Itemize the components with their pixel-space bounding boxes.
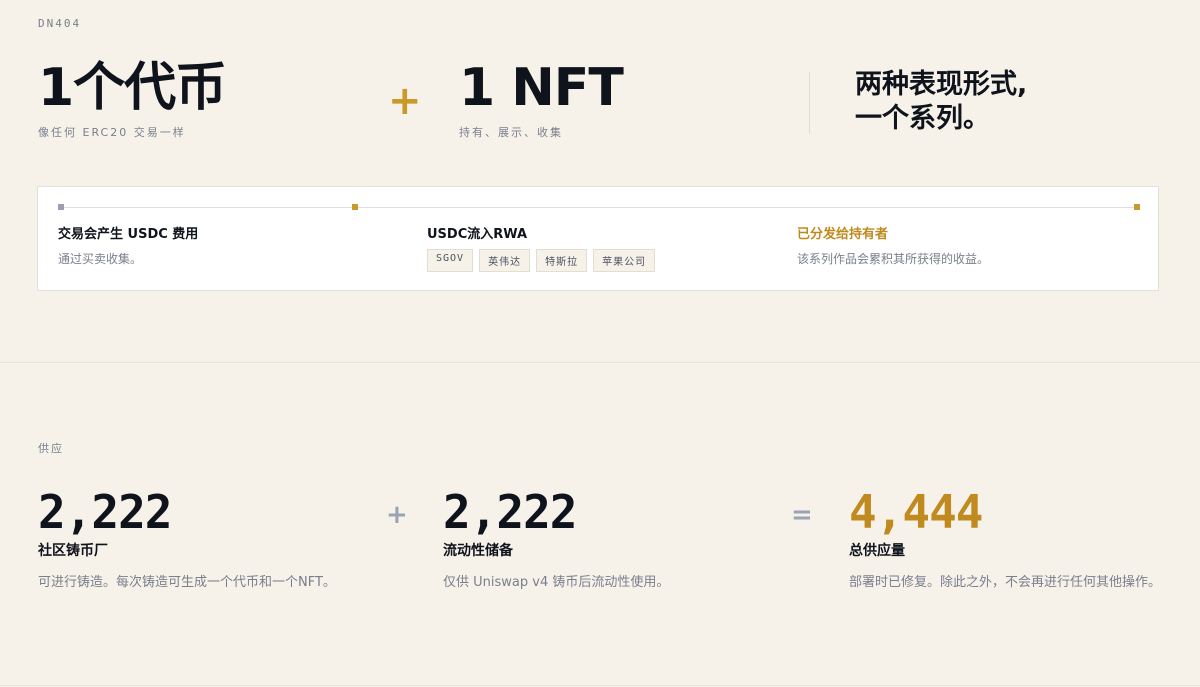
equals-icon: =	[791, 500, 813, 530]
asset-chip: SGOV	[427, 249, 474, 272]
supply-community-mint: 2,222 社区铸币厂 可进行铸造。每次铸造可生成一个代币和一个NFT。	[38, 486, 338, 594]
asset-chip: 苹果公司	[593, 249, 656, 272]
tagline-line-2: 一个系列。	[855, 103, 990, 134]
plus-icon: +	[388, 78, 422, 124]
fee-flow-card: 交易会产生 USDC 费用 通过买卖收集。 USDC流入RWA SGOV 英伟达…	[37, 186, 1159, 291]
flow-step-rwa: USDC流入RWA SGOV 英伟达 特斯拉 苹果公司	[427, 223, 656, 272]
nft-subtitle: 持有、展示、收集	[459, 126, 563, 139]
supply-number: 2,222	[443, 485, 577, 539]
supply-title: 总供应量	[849, 543, 905, 559]
flow-step-desc: 该系列作品会累积其所获得的收益。	[797, 252, 990, 266]
supply-section-label: 供应	[38, 442, 64, 455]
supply-total: 4,444 总供应量 部署时已修复。除此之外，不会再进行任何其他操作。	[849, 486, 1164, 594]
plus-icon: +	[386, 500, 408, 530]
supply-desc: 可进行铸造。每次铸造可生成一个代币和一个NFT。	[38, 575, 336, 590]
supply-title: 社区铸币厂	[38, 543, 108, 559]
asset-chip: 英伟达	[479, 249, 531, 272]
supply-title: 流动性储备	[443, 543, 513, 559]
tagline-line-1: 两种表现形式,	[855, 69, 1028, 100]
flow-step-holders: 已分发给持有者 该系列作品会累积其所获得的收益。	[797, 223, 989, 267]
hero-divider	[809, 72, 810, 134]
flow-step-title: USDC流入RWA	[427, 227, 528, 242]
nft-hero: 1 NFT 持有、展示、收集	[459, 58, 624, 140]
token-title: 1个代币	[38, 58, 227, 118]
token-subtitle: 像任何 ERC20 交易一样	[38, 126, 186, 139]
token-hero: 1个代币 像任何 ERC20 交易一样	[38, 58, 227, 140]
nft-title: 1 NFT	[459, 58, 624, 118]
flow-node-mid	[352, 204, 358, 210]
flow-step-title: 已分发给持有者	[797, 227, 889, 242]
supply-number: 4,444	[849, 485, 983, 539]
supply-liquidity-reserve: 2,222 流动性储备 仅供 Uniswap v4 铸币后流动性使用。	[443, 486, 743, 594]
asset-chip: 特斯拉	[536, 249, 588, 272]
rwa-asset-chips: SGOV 英伟达 特斯拉 苹果公司	[427, 249, 656, 272]
flow-node-end	[1134, 204, 1140, 210]
flow-node-start	[58, 204, 64, 210]
flow-step-desc: 通过买卖收集。	[58, 252, 143, 266]
supply-desc: 部署时已修复。除此之外，不会再进行任何其他操作。	[849, 575, 1162, 590]
flow-step-title: 交易会产生 USDC 费用	[58, 227, 199, 242]
supply-number: 2,222	[38, 485, 172, 539]
brand-label: DN404	[38, 17, 82, 30]
supply-desc: 仅供 Uniswap v4 铸币后流动性使用。	[443, 575, 670, 590]
flow-connector-line	[60, 207, 1136, 208]
tagline: 两种表现形式, 一个系列。	[855, 68, 1027, 136]
flow-step-fees: 交易会产生 USDC 费用 通过买卖收集。	[58, 223, 198, 267]
section-divider	[0, 362, 1200, 363]
bottom-divider	[0, 685, 1200, 686]
